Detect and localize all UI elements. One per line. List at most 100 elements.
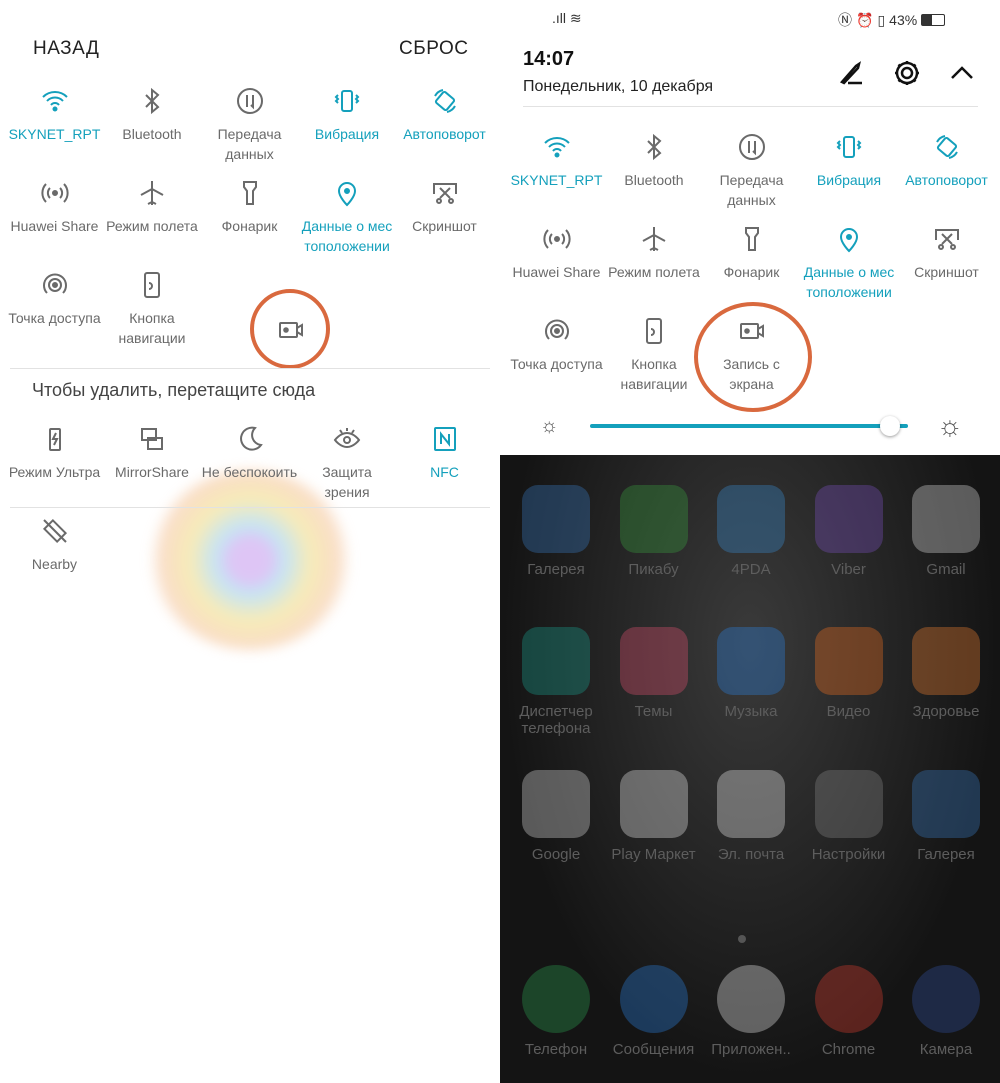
tile-mobile-data[interactable]: Передача данных <box>201 86 298 164</box>
app-icon-image <box>522 485 590 553</box>
app-icon[interactable]: Телефон <box>506 965 606 1058</box>
vibration-icon <box>834 132 864 162</box>
tile-label: Автоповорот <box>403 126 486 142</box>
app-icon[interactable]: Эл. почта <box>701 770 801 863</box>
back-button[interactable]: НАЗАД <box>33 38 99 60</box>
eye-icon <box>332 424 362 454</box>
brightness-slider[interactable] <box>590 424 908 428</box>
highlight-circle <box>694 302 812 412</box>
clock: 14:07 <box>523 48 575 70</box>
tile-nav-button[interactable]: Кнопка навигации <box>104 270 201 348</box>
tile-flashlight[interactable]: Фонарик <box>201 178 298 236</box>
app-icon-image <box>814 965 883 1033</box>
edit-icon[interactable] <box>836 58 866 88</box>
app-label: Видео <box>826 703 871 720</box>
tile-auto-rotate[interactable]: Автоповорот <box>898 132 995 190</box>
remove-hint: Чтобы удалить, перетащите сюда <box>32 380 316 400</box>
location-icon <box>332 178 362 208</box>
tile-auto-rotate[interactable]: Автоповорот <box>396 86 493 144</box>
app-icon[interactable]: Viber <box>799 485 899 578</box>
app-icon-image <box>717 965 785 1033</box>
tile-vibration[interactable]: Вибрация <box>801 132 898 190</box>
tile-label: Huawei Share <box>512 264 601 280</box>
tile-nfc[interactable]: NFC <box>396 424 493 482</box>
screenshot-icon <box>430 178 460 208</box>
tile-label: Скриншот <box>914 264 979 280</box>
app-icon[interactable]: Музыка <box>701 627 801 720</box>
app-icon[interactable]: Настройки <box>799 770 899 863</box>
tile-location[interactable]: Данные о мес тоположении <box>801 224 898 302</box>
battery-icon <box>921 14 946 26</box>
app-label: Приложен.. <box>711 1041 791 1058</box>
status-right: Ⓝ ⏰ ▯ 43% <box>838 10 946 30</box>
divider <box>523 106 978 107</box>
auto-rotate-icon <box>932 132 962 162</box>
tile-huawei-share[interactable]: Huawei Share <box>508 224 605 282</box>
tile-label: Данные о мес тоположении <box>803 264 895 300</box>
app-label: Здоровье <box>912 703 980 720</box>
app-label: Темы <box>634 703 673 720</box>
huawei-share-icon <box>542 224 572 254</box>
app-icon[interactable]: Gmail <box>896 485 996 578</box>
huawei-share-icon <box>40 178 70 208</box>
tile-mirror-share[interactable]: MirrorShare <box>104 424 201 482</box>
nav-button-icon <box>137 270 167 300</box>
tile-airplane[interactable]: Режим полета <box>104 178 201 236</box>
app-icon[interactable]: Галерея <box>506 485 606 578</box>
tile-mobile-data[interactable]: Передача данных <box>703 132 800 210</box>
app-icon[interactable]: Видео <box>799 627 899 720</box>
tile-screenshot[interactable]: Скриншот <box>898 224 995 282</box>
wifi-icon <box>542 132 572 162</box>
tile-hotspot[interactable]: Точка доступа <box>508 316 605 374</box>
tile-wifi[interactable]: SKYNET_RPT <box>6 86 103 144</box>
tile-label: Точка доступа <box>8 310 101 326</box>
tile-label: Кнопка навигации <box>620 356 688 392</box>
reset-button[interactable]: СБРОС <box>399 38 468 60</box>
app-icon-image <box>912 485 980 553</box>
tile-flashlight[interactable]: Фонарик <box>703 224 800 282</box>
app-icon[interactable]: Галерея <box>896 770 996 863</box>
app-icon-image <box>814 485 883 553</box>
app-icon[interactable]: Темы <box>604 627 704 720</box>
tile-bluetooth[interactable]: Bluetooth <box>104 86 201 144</box>
app-icon[interactable]: Play Маркет <box>604 770 704 863</box>
app-icon[interactable]: Chrome <box>799 965 899 1058</box>
tile-airplane[interactable]: Режим полета <box>606 224 703 282</box>
app-icon[interactable]: Google <box>506 770 606 863</box>
tile-label: Вибрация <box>314 126 380 142</box>
tile-bluetooth[interactable]: Bluetooth <box>606 132 703 190</box>
brightness-slider-handle[interactable] <box>880 416 901 436</box>
app-icon[interactable]: Пикабу <box>604 485 704 578</box>
app-icon[interactable]: Диспетчер телефона <box>506 627 606 737</box>
app-icon-image <box>619 485 688 553</box>
page-indicator <box>738 935 746 943</box>
app-label: Камера <box>919 1041 973 1058</box>
app-icon[interactable]: Камера <box>896 965 996 1058</box>
app-label: Chrome <box>821 1041 876 1058</box>
tile-huawei-share[interactable]: Huawei Share <box>6 178 103 236</box>
tile-label: Скриншот <box>412 218 477 234</box>
app-label: Эл. почта <box>717 846 785 863</box>
tile-moon[interactable]: Не беспокоить <box>201 424 298 482</box>
battery-percent: 43% <box>889 12 918 28</box>
mirror-share-icon <box>137 424 167 454</box>
app-icon[interactable]: Здоровье <box>896 627 996 720</box>
tile-nearby[interactable]: Nearby <box>6 516 103 574</box>
tile-hotspot[interactable]: Точка доступа <box>6 270 103 328</box>
home-screen: Галерея Пикабу 4PDA Viber Gmail Диспетчер тел… <box>500 455 1000 1083</box>
collapse-chevron-icon[interactable] <box>947 58 977 88</box>
tile-nav-button[interactable]: Кнопка навигации <box>606 316 703 394</box>
tile-label: Защита зрения <box>322 464 372 500</box>
tile-vibration[interactable]: Вибрация <box>299 86 396 144</box>
tile-battery-ultra[interactable]: Режим Ультра <box>6 424 103 482</box>
bluetooth-icon <box>137 86 167 116</box>
app-icon[interactable]: 4PDA <box>701 485 801 578</box>
airplane-icon <box>639 224 669 254</box>
tile-wifi[interactable]: SKYNET_RPT <box>508 132 605 190</box>
app-icon[interactable]: Приложен.. <box>701 965 801 1058</box>
tile-screenshot[interactable]: Скриншот <box>396 178 493 236</box>
tile-location[interactable]: Данные о мес тоположении <box>299 178 396 256</box>
app-icon[interactable]: Сообщения <box>604 965 704 1058</box>
settings-gear-icon[interactable] <box>892 58 922 88</box>
tile-eye[interactable]: Защита зрения <box>299 424 396 502</box>
